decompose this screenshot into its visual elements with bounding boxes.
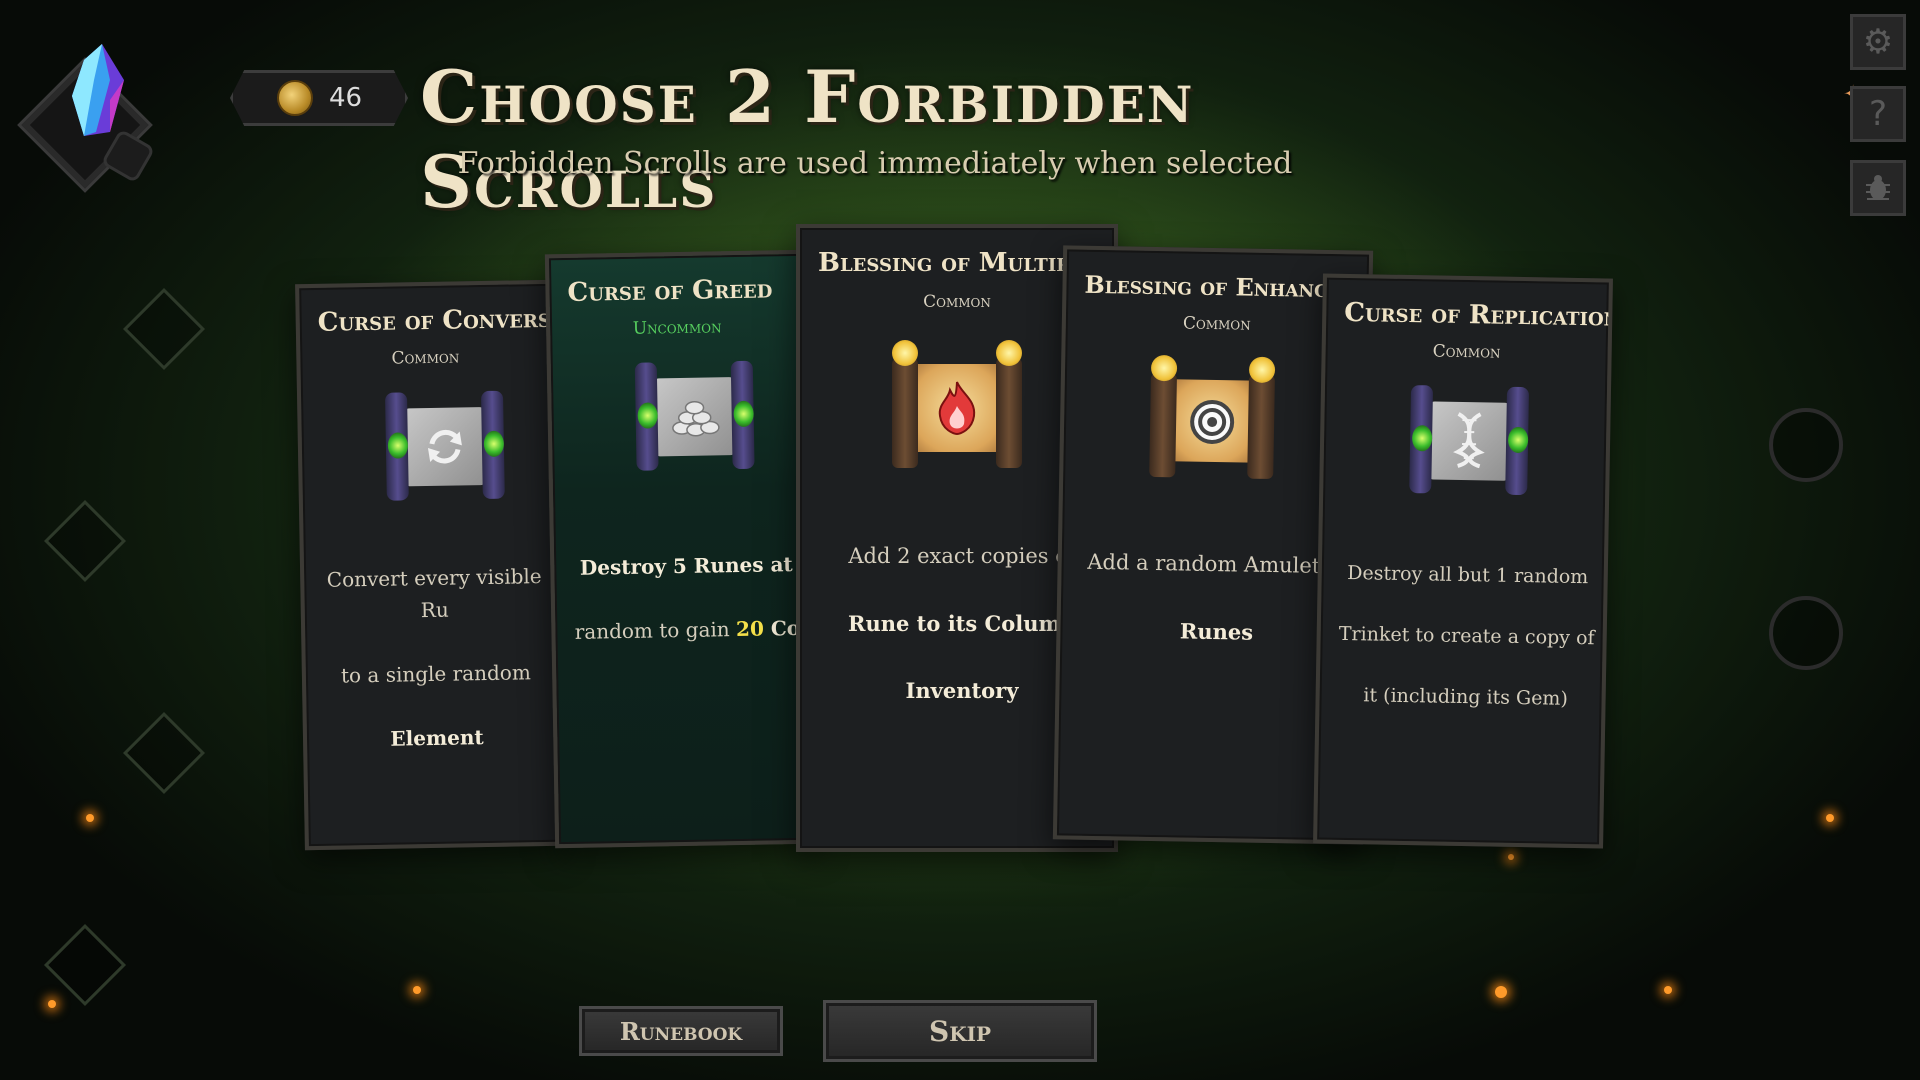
question-icon: ? xyxy=(1868,94,1888,134)
desc-highlight-number: 20 xyxy=(735,616,765,642)
scroll-art xyxy=(1403,379,1535,501)
page-title: Choose 2 Forbidden Scrolls xyxy=(420,54,1195,224)
flame-icon xyxy=(938,381,976,436)
card-description: Destroy 5 Runes at random to gain 20 Co xyxy=(563,516,810,680)
help-button[interactable]: ? xyxy=(1850,86,1906,142)
scroll-card-curse-of-greed[interactable]: Curse of Greed Uncommon Destroy 5 Runes … xyxy=(544,249,818,849)
coin-count: 46 xyxy=(329,83,363,113)
coin-icon xyxy=(277,80,313,116)
desc-text: Co xyxy=(763,615,801,641)
settings-button[interactable]: ⚙ xyxy=(1850,14,1906,70)
ember-particle xyxy=(1664,986,1672,994)
coins-pile-icon xyxy=(672,400,720,437)
card-description: Convert every visible Ru to a single ran… xyxy=(313,528,557,788)
card-title: Curse of Replication xyxy=(1344,297,1609,333)
ember-particle xyxy=(48,1000,56,1008)
right-slot-ring xyxy=(1769,596,1843,670)
bug-report-button[interactable] xyxy=(1850,160,1906,216)
desc-line: Trinket to create a copy of xyxy=(1338,623,1595,650)
card-rarity: Uncommon xyxy=(632,317,722,339)
gear-icon: ⚙ xyxy=(1862,22,1894,62)
scroll-art xyxy=(1141,354,1283,487)
left-slot-diamond xyxy=(43,499,127,583)
scroll-art xyxy=(629,355,761,477)
desc-line: it (including its Gem) xyxy=(1363,684,1569,710)
desc-line: Convert every visible Ru xyxy=(326,564,542,623)
desc-line: to a single random xyxy=(340,660,532,688)
target-icon xyxy=(1190,399,1235,444)
desc-line: Destroy all but 1 random xyxy=(1346,562,1589,589)
desc-line-bold: Element xyxy=(390,725,484,751)
scroll-art xyxy=(882,338,1032,478)
left-slot-diamond xyxy=(122,711,206,795)
card-rarity: Common xyxy=(391,347,460,369)
desc-line: random to gain 20 Co xyxy=(565,612,810,648)
swap-arrows-icon xyxy=(427,429,462,464)
scroll-card-curse-of-replication[interactable]: Curse of Replication Common Destroy all … xyxy=(1313,273,1613,849)
runebook-button[interactable]: Runebook xyxy=(579,1006,783,1056)
coin-counter: 46 xyxy=(230,70,408,126)
left-slot-diamond xyxy=(43,923,127,1007)
ember-particle xyxy=(413,986,421,994)
card-rarity: Common xyxy=(1432,341,1501,363)
card-title: Curse of Greed xyxy=(567,274,773,308)
ember-particle xyxy=(86,814,94,822)
card-title: Curse of Conversion xyxy=(317,303,550,338)
desc-line: Destroy 5 Runes at xyxy=(579,552,793,580)
bug-icon xyxy=(1866,175,1890,200)
card-description: Destroy all but 1 random Trinket to crea… xyxy=(1329,528,1605,745)
scroll-card-curse-of-conversion[interactable]: Curse of Conversion Common Convert every… xyxy=(295,279,563,851)
ember-particle xyxy=(1508,854,1514,860)
crystal-emblem[interactable] xyxy=(20,40,156,189)
page-subtitle: Forbidden Scrolls are used immediately w… xyxy=(457,146,1293,181)
dna-icon xyxy=(1453,412,1485,469)
desc-text: random to gain xyxy=(574,617,737,644)
scroll-art xyxy=(379,385,511,507)
left-slot-diamond xyxy=(122,287,206,371)
ember-particle xyxy=(1826,814,1834,822)
right-slot-ring xyxy=(1769,408,1843,482)
skip-button[interactable]: Skip xyxy=(823,1000,1097,1062)
crystal-icon xyxy=(72,44,124,136)
ember-particle xyxy=(1495,986,1507,998)
